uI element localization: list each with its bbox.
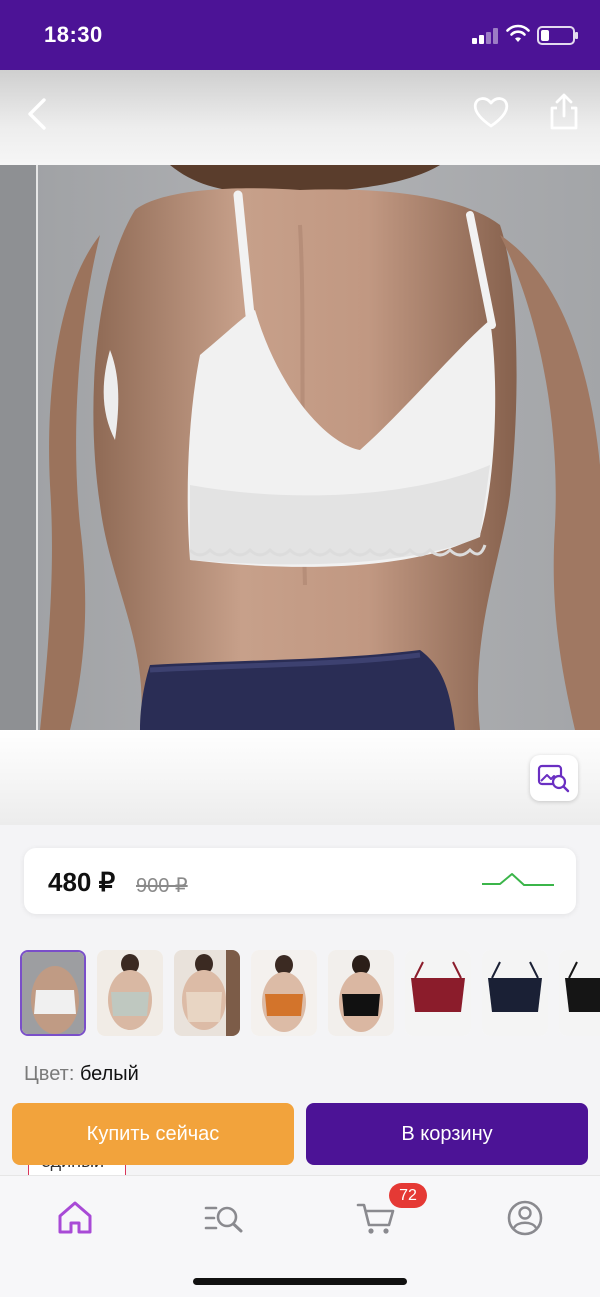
image-footer bbox=[0, 730, 600, 825]
price-card[interactable]: 480 ₽ 900 ₽ bbox=[24, 848, 576, 914]
home-indicator bbox=[193, 1278, 407, 1285]
home-icon[interactable] bbox=[53, 1196, 97, 1240]
share-icon[interactable] bbox=[546, 92, 582, 132]
thumbnail-orange[interactable] bbox=[251, 950, 317, 1036]
buy-now-button[interactable]: Купить сейчас bbox=[12, 1103, 294, 1165]
status-bar: 18:30 bbox=[0, 0, 600, 70]
product-photo[interactable] bbox=[0, 165, 600, 730]
cart-count-badge: 72 bbox=[389, 1183, 427, 1208]
thumbnail-beige[interactable] bbox=[174, 950, 240, 1036]
top-overlay bbox=[0, 70, 600, 165]
color-value: белый bbox=[79, 1063, 139, 1085]
thumbnail-navy[interactable] bbox=[482, 950, 548, 1036]
current-price: 480 ₽ bbox=[48, 867, 116, 897]
cellular-signal-icon bbox=[472, 28, 500, 44]
color-selection: Цвет: белый bbox=[24, 1063, 139, 1086]
old-price: 900 ₽ bbox=[136, 875, 188, 897]
color-label: Цвет: bbox=[24, 1063, 75, 1085]
profile-icon[interactable] bbox=[503, 1196, 547, 1240]
thumbnail-burgundy[interactable] bbox=[405, 950, 471, 1036]
thumbnail-light-green[interactable] bbox=[97, 950, 163, 1036]
thumbnail-black-2[interactable] bbox=[559, 950, 600, 1036]
thumbnail-white[interactable] bbox=[20, 950, 86, 1036]
variant-thumbnails bbox=[20, 950, 600, 1038]
price-history-icon[interactable] bbox=[480, 868, 556, 894]
heart-outline-icon[interactable] bbox=[472, 94, 510, 130]
chevron-left-icon[interactable] bbox=[20, 94, 56, 134]
add-to-cart-button[interactable]: В корзину bbox=[306, 1103, 588, 1165]
thumbnail-black[interactable] bbox=[328, 950, 394, 1036]
image-search-icon bbox=[537, 764, 570, 793]
image-search-button[interactable] bbox=[530, 755, 578, 801]
catalog-search-icon[interactable] bbox=[202, 1196, 246, 1240]
wifi-icon bbox=[506, 24, 530, 42]
status-time: 18:30 bbox=[44, 22, 103, 47]
battery-icon bbox=[537, 26, 578, 45]
